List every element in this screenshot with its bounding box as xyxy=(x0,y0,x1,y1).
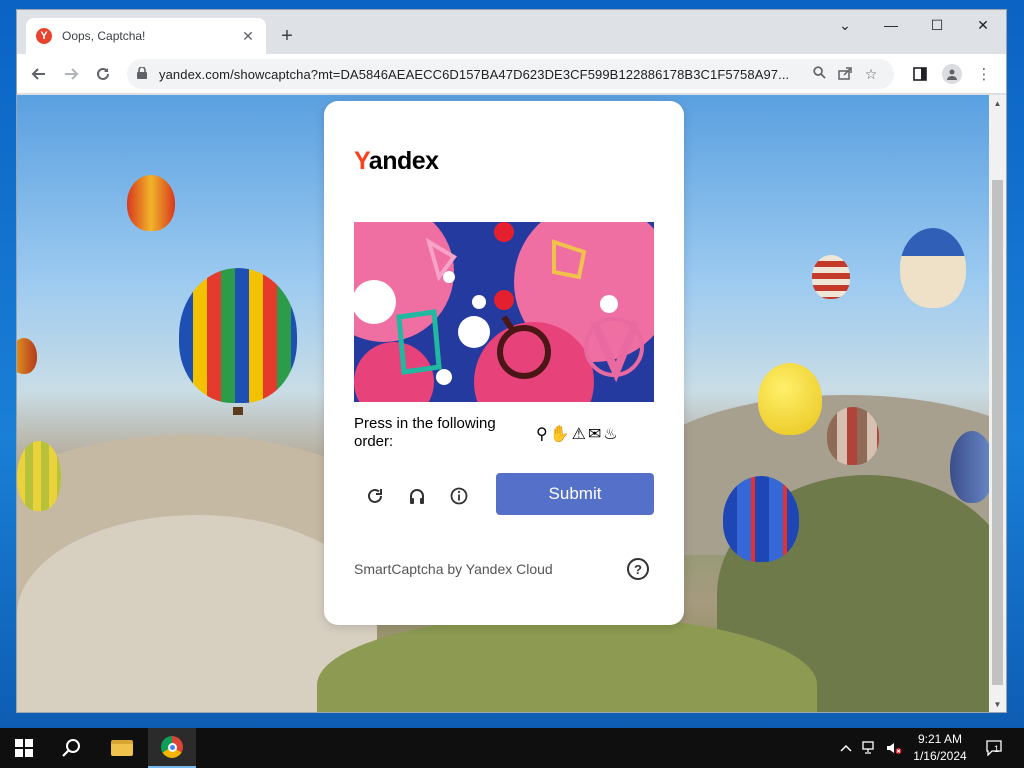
tab-search-chevron-icon[interactable]: ⌄ xyxy=(822,10,868,40)
reload-icon[interactable] xyxy=(89,60,117,88)
captcha-instruction: Press in the following order: xyxy=(354,415,496,450)
tab-strip: Y Oops, Captcha! ✕ + ⌄ — ☐ ✕ xyxy=(17,10,1006,54)
windows-start-icon[interactable] xyxy=(0,728,48,768)
maximize-button[interactable]: ☐ xyxy=(914,10,960,40)
address-bar[interactable]: yandex.com/showcaptcha?mt=DA5846AEAECC6D… xyxy=(127,59,894,89)
scroll-up-arrow-icon[interactable]: ▲ xyxy=(989,95,1006,111)
refresh-icon[interactable] xyxy=(360,481,390,511)
search-icon: ⚲ xyxy=(536,426,548,443)
tab-close-icon[interactable]: ✕ xyxy=(240,28,256,45)
clock-date: 1/16/2024 xyxy=(913,749,967,763)
file-explorer-icon[interactable] xyxy=(98,728,146,768)
chrome-taskbar-icon[interactable] xyxy=(148,728,196,768)
lock-icon[interactable] xyxy=(137,65,153,82)
yandex-favicon-icon: Y xyxy=(36,28,52,44)
hot-air-balloon xyxy=(950,431,989,503)
back-arrow-icon[interactable] xyxy=(25,60,53,88)
url-text[interactable]: yandex.com/showcaptcha?mt=DA5846AEAECC6D… xyxy=(159,67,806,82)
mail-icon: ✉ xyxy=(587,426,602,443)
submit-button[interactable]: Submit xyxy=(496,473,654,515)
close-window-button[interactable]: ✕ xyxy=(960,10,1006,40)
captcha-card: Yandex Press in the following order: ⚲ ✋… xyxy=(324,101,684,625)
scroll-thumb[interactable] xyxy=(992,180,1003,685)
yandex-logo: Yandex xyxy=(354,147,439,175)
info-icon[interactable] xyxy=(444,481,474,511)
hot-air-balloon xyxy=(758,363,822,435)
more-menu-icon[interactable]: ⋮ xyxy=(970,60,998,88)
warning-icon: ⚠ xyxy=(571,426,586,443)
help-icon[interactable]: ? xyxy=(627,558,649,580)
taskbar-search-icon[interactable] xyxy=(48,728,96,768)
tab-oops-captcha[interactable]: Y Oops, Captcha! ✕ xyxy=(26,18,266,54)
scroll-down-arrow-icon[interactable]: ▼ xyxy=(989,696,1006,712)
clock-time: 9:21 AM xyxy=(917,732,963,746)
side-panel-icon[interactable] xyxy=(906,60,934,88)
browser-window: Y Oops, Captcha! ✕ + ⌄ — ☐ ✕ yandex.com/… xyxy=(17,10,1006,712)
notification-count: 1 xyxy=(994,744,1000,754)
page-viewport: Yandex Press in the following order: ⚲ ✋… xyxy=(17,95,989,712)
minimize-button[interactable]: — xyxy=(868,10,914,40)
vertical-scrollbar[interactable]: ▲ ▼ xyxy=(989,95,1006,712)
captcha-image[interactable] xyxy=(354,222,654,402)
hot-air-balloon xyxy=(127,175,175,231)
tray-overflow-chevron-icon[interactable] xyxy=(836,728,856,768)
headphones-icon[interactable] xyxy=(402,481,432,511)
hot-air-balloon xyxy=(812,255,850,299)
volume-muted-icon[interactable] xyxy=(884,728,904,768)
bookmark-star-icon[interactable]: ☆ xyxy=(858,66,884,83)
hot-air-balloon xyxy=(827,407,879,465)
profile-icon[interactable] xyxy=(938,60,966,88)
hot-air-balloon xyxy=(17,441,61,511)
new-tab-button[interactable]: + xyxy=(275,24,299,48)
network-icon[interactable] xyxy=(860,728,880,768)
hot-air-balloon xyxy=(17,338,37,374)
taskbar-clock[interactable]: 9:21 AM 1/16/2024 xyxy=(908,731,972,765)
hand-icon: ✋ xyxy=(549,426,570,443)
share-icon[interactable] xyxy=(832,66,858,83)
hot-air-balloon xyxy=(723,476,799,562)
search-icon[interactable] xyxy=(806,66,832,82)
taskbar: 9:21 AM 1/16/2024 1 xyxy=(0,728,1024,768)
browser-toolbar: yandex.com/showcaptcha?mt=DA5846AEAECC6D… xyxy=(17,54,1006,94)
hot-air-balloon xyxy=(179,268,297,403)
smartcaptcha-credit: SmartCaptcha by Yandex Cloud xyxy=(354,561,553,577)
fire-icon: ♨ xyxy=(603,426,618,443)
tab-title: Oops, Captcha! xyxy=(62,29,146,43)
hot-air-balloon xyxy=(900,228,966,308)
captcha-order-icons: ⚲ ✋ ⚠ ✉ ♨ xyxy=(536,423,646,445)
forward-arrow-icon[interactable] xyxy=(57,60,85,88)
